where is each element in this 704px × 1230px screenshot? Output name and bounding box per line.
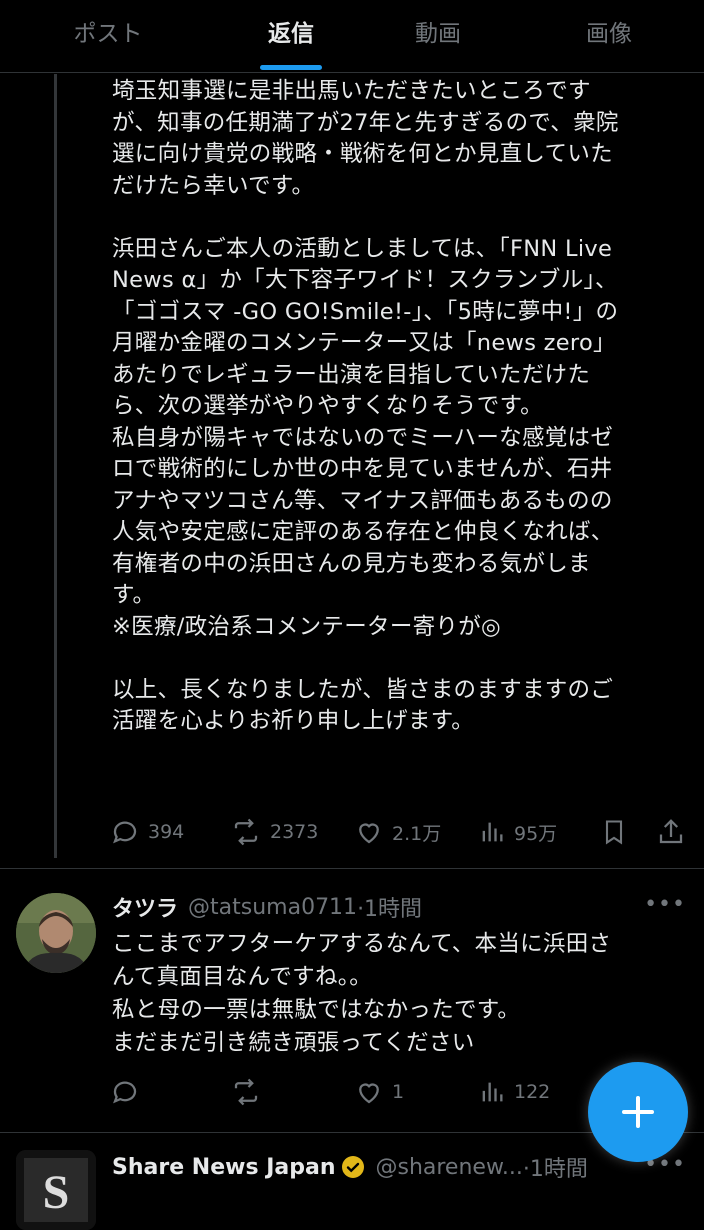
next-post-avatar-logo: S <box>16 1150 96 1230</box>
next-post-time[interactable]: ·1時間 <box>523 1151 588 1183</box>
repost-count: 2373 <box>270 821 319 843</box>
post-divider <box>0 868 704 869</box>
reply-repost-button[interactable] <box>230 1072 262 1112</box>
reply-views-count: 122 <box>514 1081 551 1103</box>
views-icon <box>482 1082 503 1102</box>
share-button[interactable] <box>656 812 686 852</box>
bookmark-icon <box>605 820 623 845</box>
like-count: 2.1万 <box>392 822 442 845</box>
views-count: 95万 <box>514 822 558 845</box>
tab-images[interactable]: 画像 <box>586 0 632 72</box>
avatar[interactable] <box>16 893 96 973</box>
reply-button[interactable]: 394 <box>110 812 184 852</box>
reply-time[interactable]: ·1時間 <box>357 891 422 923</box>
reply-like-button[interactable]: 1 <box>354 1072 404 1112</box>
share-icon <box>659 819 683 844</box>
compose-icon <box>622 1096 654 1128</box>
next-post-avatar-letter: S <box>43 1166 70 1219</box>
repost-button[interactable]: 2373 <box>230 812 318 852</box>
tab-replies[interactable]: 返信 <box>260 0 322 72</box>
like-icon <box>359 1083 379 1104</box>
next-post-header: Share News Japan @sharenew... ·1時間 <box>112 1150 588 1184</box>
reply-icon <box>113 1081 137 1104</box>
like-icon <box>359 823 379 844</box>
reply-author-name[interactable]: タツラ <box>112 891 178 923</box>
next-post-avatar[interactable]: S <box>16 1150 96 1230</box>
reply-count: 394 <box>148 821 185 843</box>
tab-posts[interactable]: ポスト <box>74 0 143 72</box>
tab-bar: ポスト 返信 動画 画像 <box>0 0 704 73</box>
reply-handle[interactable]: @tatsuma0711 <box>188 895 357 920</box>
repost-icon <box>234 818 258 846</box>
tab-videos[interactable]: 動画 <box>415 0 461 72</box>
next-post-author-name[interactable]: Share News Japan <box>112 1155 335 1180</box>
compose-button[interactable] <box>588 1062 688 1162</box>
tab-replies-label: 返信 <box>268 21 314 47</box>
reply-views-button[interactable]: 122 <box>478 1072 550 1112</box>
repost-icon <box>234 1078 258 1106</box>
like-button[interactable]: 2.1万 <box>354 812 441 852</box>
next-post-handle[interactable]: @sharenew... <box>375 1155 522 1180</box>
post-action-bar: 394 2373 2.1万 95万 <box>0 812 704 852</box>
avatar-photo <box>16 893 96 973</box>
bookmark-button[interactable] <box>600 812 628 852</box>
reply-reply-button[interactable] <box>110 1072 140 1112</box>
reply-like-count: 1 <box>392 1081 405 1103</box>
more-icon[interactable]: ••• <box>644 892 686 917</box>
active-tab-indicator <box>260 65 322 70</box>
views-button[interactable]: 95万 <box>478 812 557 852</box>
reply-text: ここまでアフターケアするなんて、本当に浜田さ んて真面目なんですね。。 私と母の… <box>112 931 612 1056</box>
verified-badge-icon <box>342 1156 365 1178</box>
views-icon <box>482 822 503 842</box>
reply-icon <box>113 821 137 844</box>
post-text: 埼玉知事選に是非出馬いただきたいところです が、知事の任期満了が27年と先すぎる… <box>112 78 619 734</box>
thread-line <box>54 74 57 858</box>
reply-header: タツラ @tatsuma0711 ·1時間 <box>112 890 422 924</box>
